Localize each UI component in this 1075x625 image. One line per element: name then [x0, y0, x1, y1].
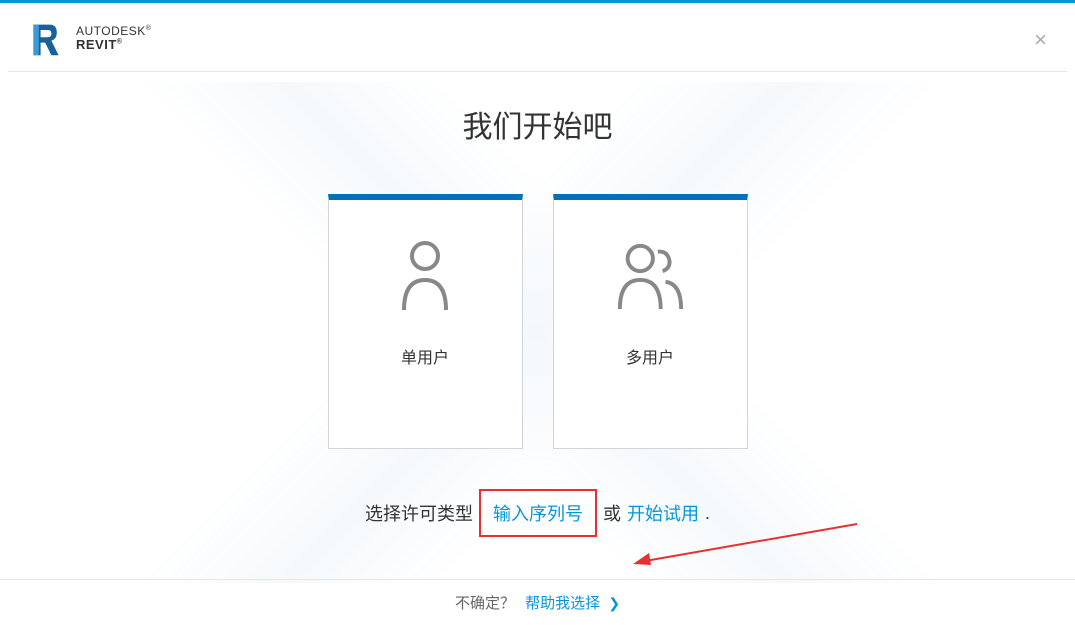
enter-serial-link[interactable]: 输入序列号	[493, 504, 583, 524]
start-trial-link[interactable]: 开始试用	[627, 500, 699, 526]
license-cards: 单用户 多用户	[0, 194, 1075, 449]
license-or: 或	[603, 500, 621, 526]
logo: AUTODESK® REVIT®	[28, 21, 151, 57]
license-period: .	[705, 503, 710, 524]
page-title: 我们开始吧	[0, 102, 1075, 146]
license-prefix: 选择许可类型	[365, 500, 473, 526]
revit-logo-icon	[28, 21, 64, 57]
single-user-icon	[390, 236, 460, 316]
multi-user-card[interactable]: 多用户	[553, 194, 748, 449]
help-me-choose-link[interactable]: 帮助我选择	[525, 595, 600, 612]
brand-revit: REVIT®	[76, 38, 151, 52]
footer-unsure: 不确定？	[455, 595, 515, 612]
footer: 不确定？ 帮助我选择 ❯	[0, 579, 1075, 625]
single-user-label: 单用户	[401, 344, 449, 368]
close-icon[interactable]: ×	[1034, 29, 1047, 51]
chevron-right-icon: ❯	[608, 595, 620, 611]
annotation-highlight-box: 输入序列号	[479, 489, 597, 537]
brand-autodesk: AUTODESK®	[76, 25, 151, 38]
header: AUTODESK® REVIT® ×	[0, 3, 1075, 71]
multi-user-icon	[615, 236, 685, 316]
main-content: 我们开始吧 单用户 多用户 选择许可类型	[0, 72, 1075, 537]
single-user-card[interactable]: 单用户	[328, 194, 523, 449]
license-type-row: 选择许可类型 输入序列号 或 开始试用.	[0, 489, 1075, 537]
multi-user-label: 多用户	[626, 344, 674, 368]
